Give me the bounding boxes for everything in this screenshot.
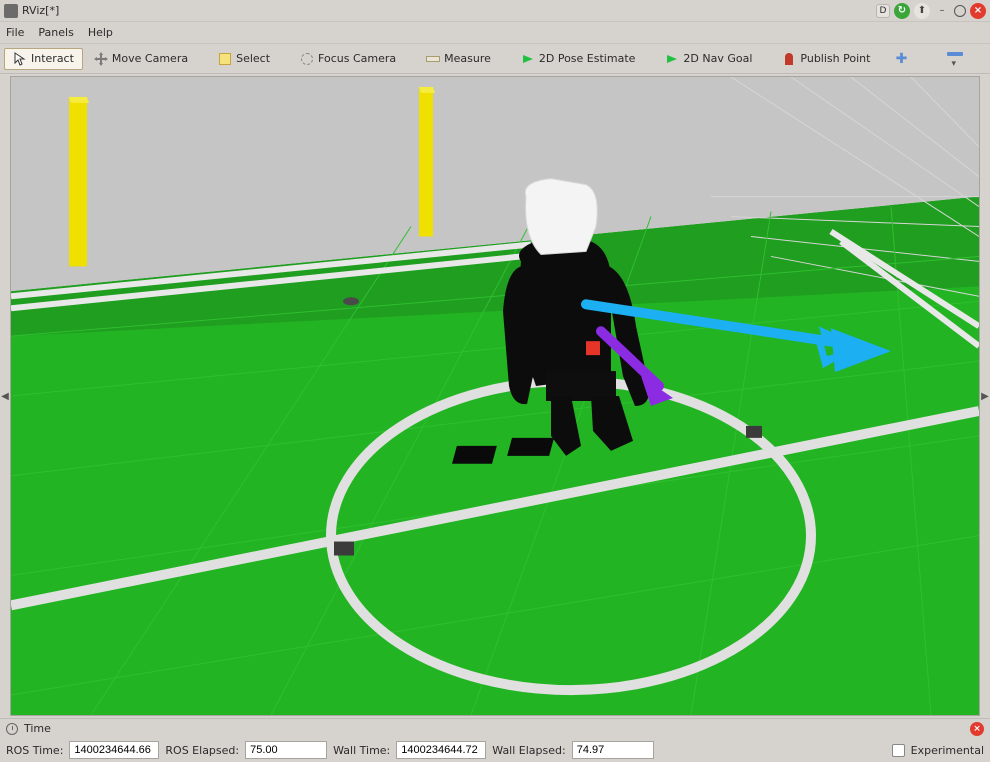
pose-estimate-icon: [521, 52, 535, 66]
tool-select-label: Select: [236, 52, 270, 65]
minimize-icon[interactable]: –: [934, 3, 950, 19]
status-bar: ROS Time: ROS Elapsed: Wall Time: Wall E…: [0, 738, 990, 762]
ros-elapsed-label: ROS Elapsed:: [165, 744, 239, 757]
up-icon[interactable]: ⬆: [914, 3, 930, 19]
titlebar-d-button[interactable]: D: [876, 4, 890, 18]
interact-icon: [13, 52, 27, 66]
right-panel-handle[interactable]: ▶: [980, 74, 990, 718]
nav-goal-icon: [665, 52, 679, 66]
close-icon[interactable]: ×: [970, 3, 986, 19]
clock-icon: [6, 723, 18, 735]
window-title: RViz[*]: [22, 4, 59, 17]
rviz-3d-viewport[interactable]: [10, 76, 980, 716]
tool-focus-camera-label: Focus Camera: [318, 52, 396, 65]
tool-move-camera[interactable]: Move Camera: [85, 48, 197, 70]
experimental-label: Experimental: [911, 744, 984, 757]
tool-measure[interactable]: Measure: [417, 48, 500, 70]
menubar: File Panels Help: [0, 22, 990, 44]
tool-move-camera-label: Move Camera: [112, 52, 188, 65]
ros-time-label: ROS Time:: [6, 744, 63, 757]
wall-time-label: Wall Time:: [333, 744, 390, 757]
app-icon: [4, 4, 18, 18]
titlebar: RViz[*] D ↻ ⬆ – ×: [0, 0, 990, 22]
menu-file[interactable]: File: [6, 26, 24, 39]
tool-add[interactable]: ✚: [891, 49, 911, 69]
wall-time-field[interactable]: [396, 741, 486, 759]
tool-focus-camera[interactable]: Focus Camera: [291, 48, 405, 70]
tool-2d-nav-goal-label: 2D Nav Goal: [683, 52, 752, 65]
ros-elapsed-field[interactable]: [245, 741, 327, 759]
wall-elapsed-label: Wall Elapsed:: [492, 744, 565, 757]
reload-icon[interactable]: ↻: [894, 3, 910, 19]
tool-measure-label: Measure: [444, 52, 491, 65]
tool-2d-pose-estimate-label: 2D Pose Estimate: [539, 52, 636, 65]
tool-2d-pose-estimate[interactable]: 2D Pose Estimate: [512, 48, 645, 70]
publish-point-icon: [782, 52, 796, 66]
time-panel-close-icon[interactable]: ×: [970, 722, 984, 736]
ros-time-field[interactable]: [69, 741, 159, 759]
tool-publish-point[interactable]: Publish Point: [773, 48, 879, 70]
move-camera-icon: [94, 52, 108, 66]
tool-2d-nav-goal[interactable]: 2D Nav Goal: [656, 48, 761, 70]
measure-icon: [426, 52, 440, 66]
wall-elapsed-field[interactable]: [572, 741, 654, 759]
tool-interact[interactable]: Interact: [4, 48, 83, 70]
viewport-row: ◀: [0, 74, 990, 718]
tool-interact-label: Interact: [31, 52, 74, 65]
focus-camera-icon: [300, 52, 314, 66]
tool-remove[interactable]: ▾: [945, 49, 965, 69]
left-panel-handle[interactable]: ◀: [0, 74, 10, 718]
menu-panels[interactable]: Panels: [38, 26, 73, 39]
time-panel-label: Time: [24, 722, 51, 735]
select-icon: [218, 52, 232, 66]
time-panel-header: Time ×: [0, 718, 990, 738]
tool-publish-point-label: Publish Point: [800, 52, 870, 65]
toolbar: Interact Move Camera Select Focus Camera…: [0, 44, 990, 74]
menu-help[interactable]: Help: [88, 26, 113, 39]
tool-select[interactable]: Select: [209, 48, 279, 70]
maximize-icon[interactable]: [954, 5, 966, 17]
experimental-checkbox[interactable]: [892, 744, 905, 757]
